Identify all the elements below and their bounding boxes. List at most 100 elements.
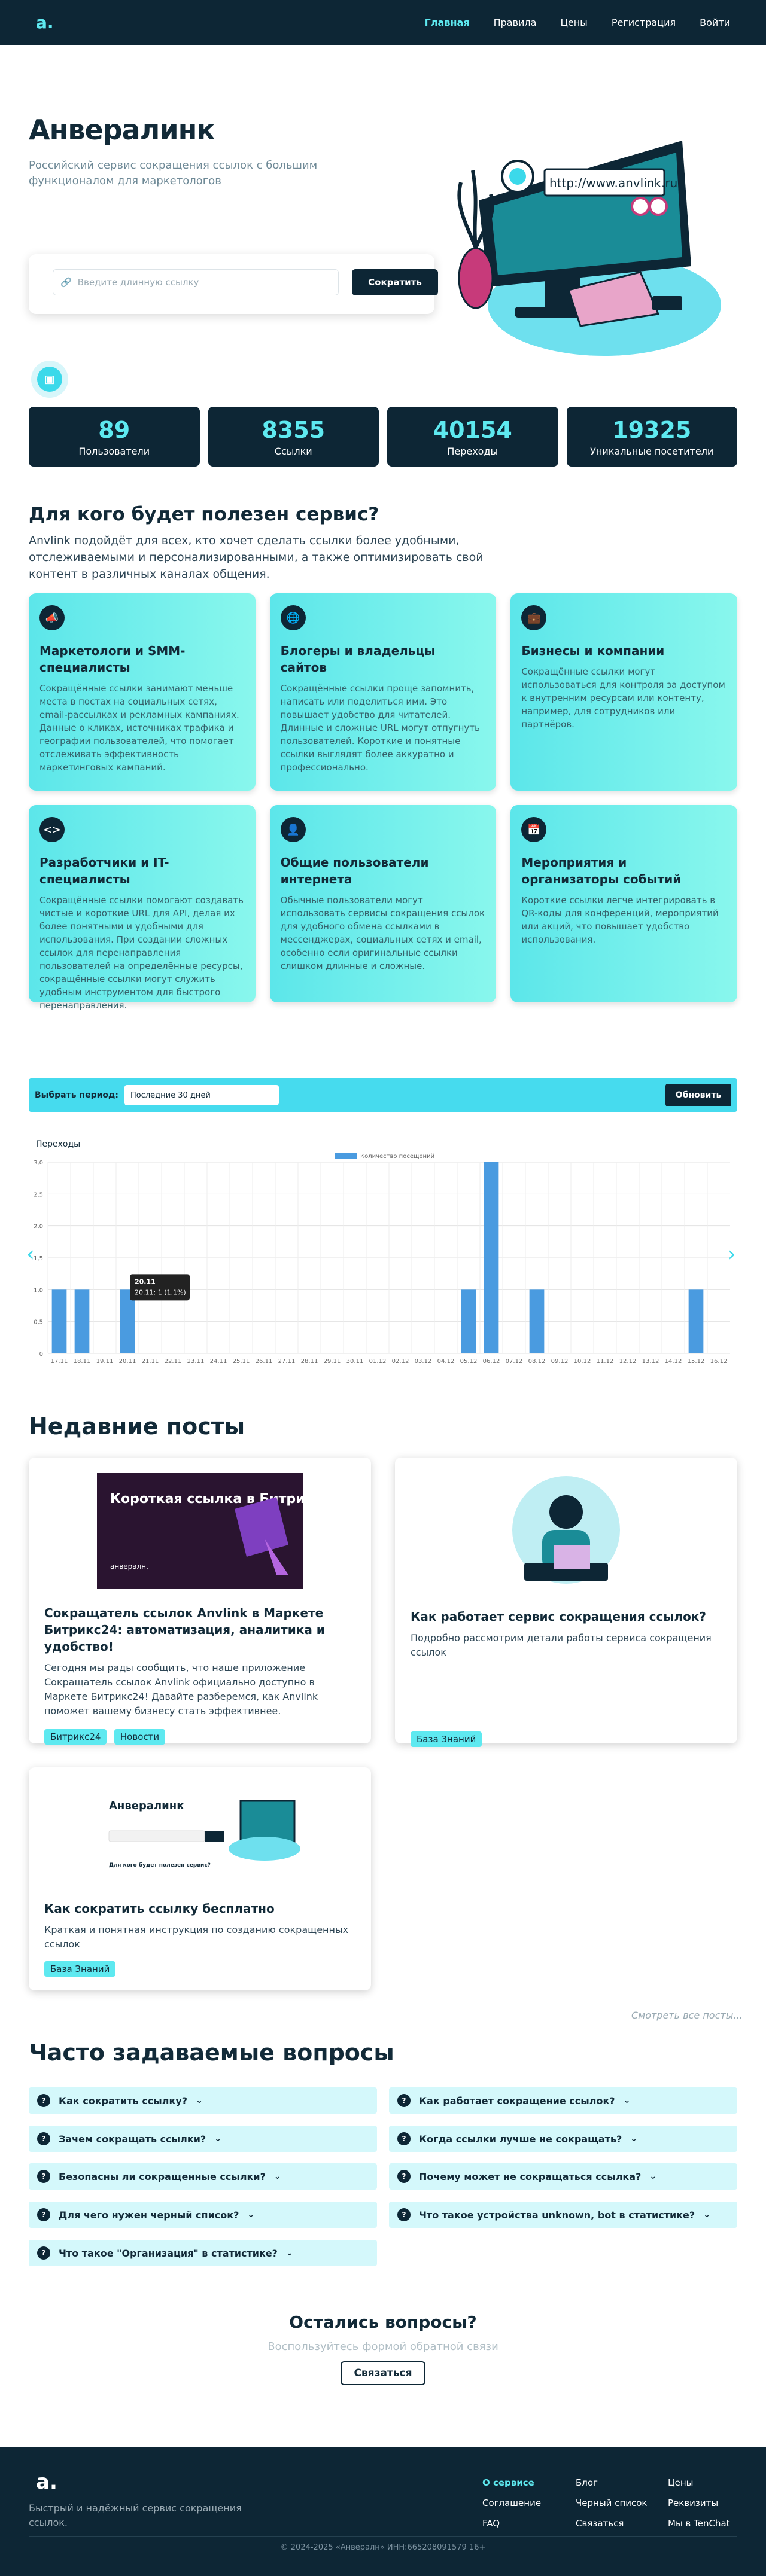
x-tick-label: 13.12 [642,1358,659,1365]
site-footer: a. Быстрый и надёжный сервис сокращения … [0,2447,766,2576]
x-tick-label: 11.12 [597,1358,614,1365]
period-label: Выбрать период: [35,1090,118,1100]
post-image-brand: анвералн. [110,1562,148,1571]
faq-question: Что такое устройства unknown, bot в стат… [419,2209,695,2221]
card-text: Обычные пользователи могут использовать … [280,895,485,971]
audience-card: <> Разработчики и IT-специалисты Сокращённ… [29,805,256,1011]
nav-prices[interactable]: Цены [560,17,587,28]
link-icon: 🔗 [60,277,72,288]
post-tag[interactable]: Новости [114,1729,166,1745]
faq-item[interactable]: ? Для чего нужен черный список? ⌄ [29,2202,377,2228]
chart-prev-arrow[interactable]: ‹ [26,1242,35,1266]
hero-subtitle: Российский сервис сокращения ссылок с бо… [29,159,318,187]
footer-tagline: Быстрый и надёжный сервис сокращения ссы… [29,2502,242,2528]
shorten-button[interactable]: Сократить [352,269,438,295]
x-tick-label: 29.11 [324,1358,341,1365]
x-tick-label: 12.12 [619,1358,637,1365]
faq-question: Как сократить ссылку? [59,2095,188,2106]
all-posts-link[interactable]: Смотреть все посты... [631,2010,743,2021]
faq-item[interactable]: ? Как сократить ссылку? ⌄ [29,2087,377,2114]
card-text: Сокращённые ссылки занимают меньше места… [39,683,239,773]
faq-item[interactable]: ? Что такое "Организация" в статистике? ⌄ [29,2240,377,2266]
audience-cards: 📣 Маркетологи и SMM-специалисты Сокращённы… [29,593,737,1011]
y-tick-label: 0,5 [34,1319,43,1326]
chevron-down-icon: ⌄ [196,2096,203,2105]
faq-question: Зачем сокращать ссылки? [59,2133,206,2145]
period-bar: Выбрать период: Последние 30 дней Обнови… [29,1078,737,1112]
post-tag[interactable]: База Знаний [44,1961,116,1977]
faq-item[interactable]: ? Зачем сокращать ссылки? ⌄ [29,2126,377,2152]
x-tick-label: 10.12 [574,1358,591,1365]
stat-value: 89 [98,416,130,443]
question-icon: ? [37,2132,50,2145]
footer-logo[interactable]: a. [36,2470,57,2494]
period-select[interactable]: Последние 30 дней [124,1085,279,1105]
chevron-down-icon: ⌄ [285,2248,293,2258]
chat-button[interactable]: ▣ [31,361,68,398]
nav-login[interactable]: Войти [700,17,730,28]
footer-link[interactable]: Связаться [576,2513,648,2534]
y-tick-label: 1,0 [34,1287,43,1294]
post-card[interactable]: Как работает сервис сокращения ссылок? П… [395,1458,737,1747]
post-card[interactable]: Анвералинк Для кого будет полезен сервис… [29,1767,371,1990]
question-icon: ? [37,2094,50,2107]
x-tick-label: 18.11 [74,1358,91,1365]
chart-next-arrow[interactable]: › [728,1242,736,1266]
faq-item[interactable]: ? Почему может не сокращаться ссылка? ⌄ [389,2163,737,2190]
faq-item[interactable]: ? Безопасны ли сокращенные ссылки? ⌄ [29,2163,377,2190]
question-icon: ? [37,2208,50,2221]
footer-link[interactable]: Черный список [576,2493,648,2513]
faq-section: Часто задаваемые вопросы [29,2040,737,2066]
post-excerpt: Краткая и понятная инструкция по создани… [44,1924,349,1950]
contact-button[interactable]: Связаться [341,2361,425,2385]
footer-link[interactable]: FAQ [482,2513,541,2534]
user-icon: 👤 [280,817,306,842]
x-tick-label: 08.12 [528,1358,546,1365]
footer-link[interactable]: Реквизиты [668,2493,730,2513]
footer-divider [29,2536,737,2537]
post-image: Короткая ссылка в Битрикс24 анвералн. [97,1473,303,1589]
card-title: Общие пользователи интернета [280,855,429,886]
footer-col-1: О сервисе Соглашение FAQ [482,2473,541,2534]
footer-link[interactable]: Цены [668,2473,730,2493]
card-title: Разработчики и IT-специалисты [39,855,169,886]
faq-question: Что такое "Организация" в статистике? [59,2247,278,2259]
contact-text: Воспользуйтесь формой обратной связи [268,2340,498,2353]
x-tick-label: 22.11 [165,1358,182,1365]
bar[interactable] [51,1289,67,1353]
x-tick-label: 05.12 [460,1358,478,1365]
post-tag[interactable]: Битрикс24 [44,1729,107,1745]
stat-label: Пользователи [78,445,150,457]
post-tag[interactable]: База Знаний [411,1731,482,1747]
footer-link[interactable]: Мы в TenChat [668,2513,730,2534]
stat-value: 8355 [262,416,326,443]
legend-swatch[interactable] [335,1153,357,1159]
bar[interactable] [529,1289,545,1353]
contact-section: Остались вопросы? Воспользуйтесь формой … [0,2312,766,2385]
nav-home[interactable]: Главная [425,17,470,28]
bar[interactable] [484,1162,499,1353]
nav-rules[interactable]: Правила [494,17,537,28]
site-header: a. Главная Правила Цены Регистрация Войт… [0,0,766,45]
bar[interactable] [461,1289,476,1353]
faq-item[interactable]: ? Когда ссылки лучше не сокращать? ⌄ [389,2126,737,2152]
long-url-input[interactable]: 🔗 Введите длинную ссылку [53,269,339,295]
faq-item[interactable]: ? Что такое устройства unknown, bot в ста… [389,2202,737,2228]
long-url-placeholder: Введите длинную ссылку [77,277,199,288]
audience-title: Для кого будет полезен сервис? [29,504,379,525]
post-card[interactable]: Короткая ссылка в Битрикс24 анвералн. Со… [29,1458,371,1745]
refresh-button[interactable]: Обновить [665,1084,731,1106]
x-tick-label: 09.12 [551,1358,569,1365]
bar[interactable] [74,1289,90,1353]
hero-title: Анвералинк [29,114,215,146]
nav-register[interactable]: Регистрация [612,17,676,28]
footer-link[interactable]: Блог [576,2473,648,2493]
briefcase-icon: 💼 [521,605,547,630]
logo[interactable]: a. [36,13,54,32]
faq-item[interactable]: ? Как работает сокращение ссылок? ⌄ [389,2087,737,2114]
faq-question: Для чего нужен черный список? [59,2209,239,2221]
bar[interactable] [688,1289,704,1353]
chat-icon: ▣ [37,367,62,392]
footer-link[interactable]: О сервисе [482,2473,541,2493]
footer-link[interactable]: Соглашение [482,2493,541,2513]
